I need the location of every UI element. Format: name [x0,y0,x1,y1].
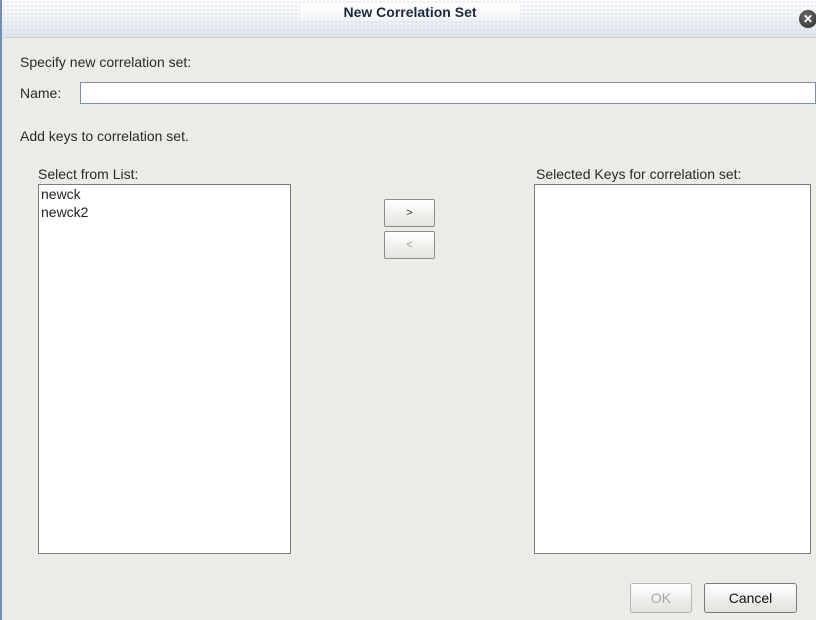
close-icon[interactable]: ✕ [799,10,816,28]
cancel-button[interactable]: Cancel [704,583,797,613]
available-keys-list[interactable]: newck newck2 [38,184,291,554]
list-item[interactable]: newck [39,185,290,203]
name-input[interactable] [80,82,816,104]
ok-button[interactable]: OK [630,583,692,613]
title-bar[interactable]: New Correlation Set ✕ [2,0,816,38]
add-keys-label: Add keys to correlation set. [20,128,189,144]
selected-keys-list[interactable] [534,184,811,554]
new-correlation-set-dialog: New Correlation Set ✕ Specify new correl… [0,0,816,620]
add-key-button[interactable]: > [384,199,435,227]
dialog-title: New Correlation Set [300,4,520,20]
specify-label: Specify new correlation set: [20,54,192,70]
select-from-list-label: Select from List: [38,166,139,182]
selected-keys-label: Selected Keys for correlation set: [536,166,742,182]
name-label: Name: [20,85,62,101]
remove-key-button[interactable]: < [384,231,435,259]
list-item[interactable]: newck2 [39,203,290,221]
